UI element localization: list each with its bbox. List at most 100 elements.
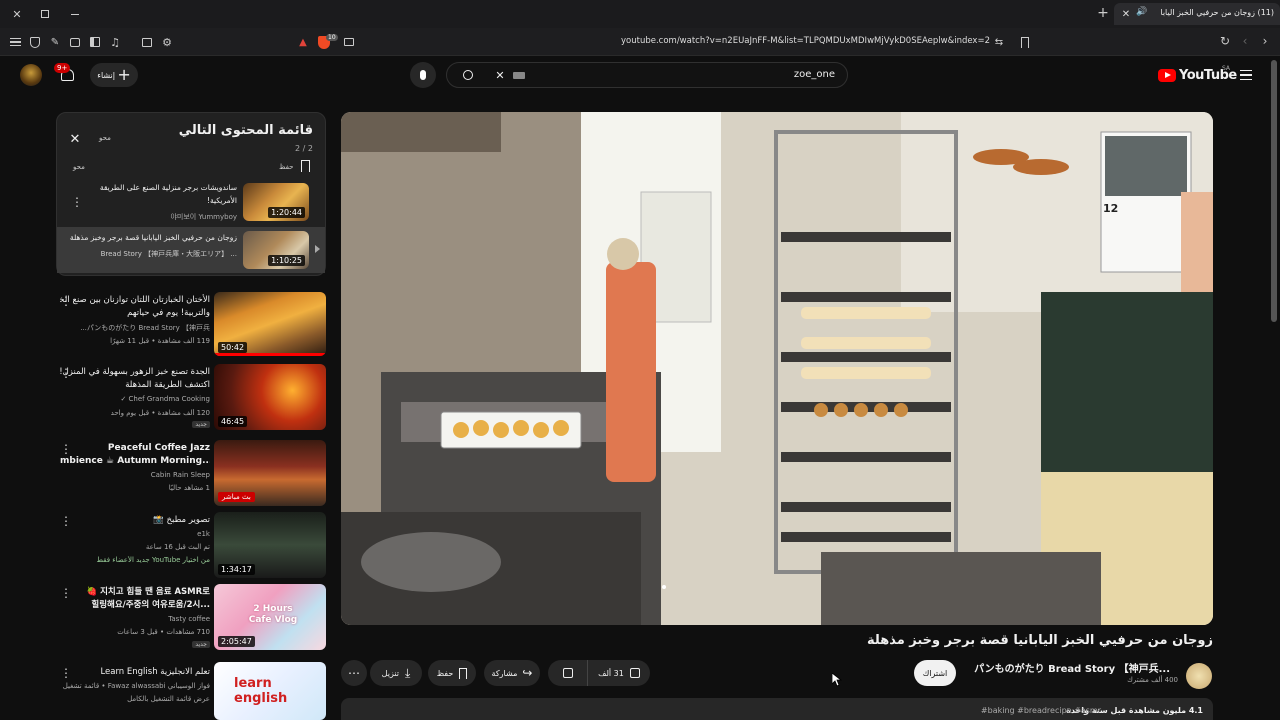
- related-video[interactable]: ⋮ Peaceful Coffee Jazz mbience ☕ Autumn …: [56, 440, 328, 506]
- video-thumbnail[interactable]: 2 Hours Cafe Vlog 2:05:47: [214, 584, 326, 650]
- queue-item-title: زوجان من حرفيي الخبز اليابانيا قصة برجر …: [69, 233, 237, 242]
- calendar-month: 12: [1103, 202, 1119, 215]
- thumbnail-text: 2 Hours Cafe Vlog: [248, 604, 298, 625]
- avatar[interactable]: [20, 64, 42, 86]
- hamburger-menu-icon[interactable]: [1238, 67, 1254, 83]
- video-title-line2: اكتشف الطريقة المذهلة: [125, 380, 210, 390]
- voice-search-button[interactable]: [410, 62, 436, 88]
- clear-search-icon[interactable]: ✕: [493, 68, 507, 82]
- video-title: Peaceful Coffee Jazz: [107, 443, 210, 453]
- queue-item-thumbnail[interactable]: 1:20:44: [243, 183, 309, 221]
- tabs-icon[interactable]: [68, 35, 82, 49]
- dislike-button[interactable]: [548, 660, 588, 686]
- active-tab[interactable]: ✕ 🔊 (11) زوجان من حرفيي الخبز اليابا: [1114, 3, 1280, 25]
- video-thumbnail[interactable]: 50:42: [214, 292, 326, 356]
- browser-tab-bar: ✕ + ✕ 🔊 (11) زوجان من حرفيي الخبز اليابا: [0, 0, 1280, 28]
- video-meta: 119 ألف مشاهدة • قبل 11 شهرًا: [110, 337, 210, 345]
- close-window-icon[interactable]: ✕: [10, 7, 24, 21]
- download-icon: ⤓: [405, 665, 411, 680]
- settings-gear-icon[interactable]: ⚙: [160, 35, 174, 49]
- related-video[interactable]: ⋮ الأختان الخبازتان اللتان توازنان بين ص…: [56, 292, 328, 358]
- subscriber-count: 400 ألف مشترك: [1127, 676, 1178, 684]
- page-scrollbar[interactable]: [1271, 60, 1277, 322]
- video-player[interactable]: 12: [341, 112, 1213, 625]
- like-count: 31 ألف: [598, 668, 624, 678]
- channel-name: Chef Grandma Cooking ✓: [120, 395, 210, 403]
- minimize-window-icon[interactable]: [68, 7, 82, 21]
- queue-item-thumbnail[interactable]: 1:10:25: [243, 231, 309, 269]
- queue-clear-button[interactable]: محو: [73, 163, 85, 171]
- view-playlist-link[interactable]: عرض قائمة التشغيل بالكامل: [50, 695, 210, 703]
- save-bookmark-icon[interactable]: [301, 160, 310, 172]
- related-video[interactable]: ⋮ الجدة تصنع خبز الزهور بسهولة في المنزل…: [56, 364, 328, 432]
- playlist-thumbnail[interactable]: learn english: [214, 662, 326, 720]
- search-icon[interactable]: [461, 68, 475, 82]
- shield-count-badge: 10: [326, 34, 338, 41]
- duration-badge: 2:05:47: [218, 636, 255, 647]
- duration-badge: 1:34:17: [218, 564, 255, 575]
- close-queue-icon[interactable]: ✕: [67, 131, 83, 147]
- queue-clear-top[interactable]: محو: [99, 134, 111, 142]
- link-settings-icon[interactable]: ⇆: [992, 35, 1006, 49]
- live-badge: بث مباشر: [218, 492, 255, 502]
- video-thumbnail[interactable]: 46:45: [214, 364, 326, 430]
- hashtags[interactable]: #baking #breadrecipe #asmr: [981, 706, 1101, 715]
- video-thumbnail[interactable]: بث مباشر: [214, 440, 326, 506]
- extension-puzzle-icon[interactable]: ✎: [48, 35, 62, 49]
- search-input[interactable]: zoe_one: [794, 69, 835, 80]
- queue-item-active[interactable]: زوجان من حرفيي الخبز اليابانيا قصة برجر …: [57, 227, 325, 273]
- subscribe-button[interactable]: اشتراك: [914, 660, 956, 686]
- like-button[interactable]: 31 ألف: [588, 660, 650, 686]
- save-button[interactable]: حفظ: [428, 660, 476, 686]
- description-box[interactable]: 4.1 مليون مشاهدة قبل سنة واحدة #baking #…: [341, 698, 1213, 720]
- playlist-title: تعلم الانجليزية Learn English: [100, 667, 210, 677]
- screenshot-icon[interactable]: [140, 35, 154, 49]
- video-title: تصوير مطبخ 📸: [153, 515, 210, 525]
- more-options-icon[interactable]: ⋮: [71, 195, 83, 209]
- shield-icon[interactable]: [28, 35, 42, 49]
- video-meta: 710 مشاهدات • قبل 3 ساعات: [117, 628, 210, 636]
- youtube-play-icon: [1158, 69, 1176, 82]
- close-tab-icon[interactable]: ✕: [1120, 7, 1132, 21]
- menu-icon[interactable]: [8, 35, 22, 49]
- queue-title: قائمة المحتوى التالي: [178, 123, 313, 138]
- music-icon[interactable]: ♫: [108, 35, 122, 49]
- download-label: تنزيل: [381, 668, 400, 678]
- create-button[interactable]: إنشاء +: [90, 63, 138, 87]
- reload-icon[interactable]: ↻: [1218, 34, 1232, 48]
- back-icon[interactable]: ‹: [1238, 34, 1252, 48]
- search-box[interactable]: ✕ zoe_one: [446, 62, 848, 88]
- video-title: 🍓 지치고 힘들 땐 음료 ASMR로: [86, 587, 210, 597]
- channel-avatar[interactable]: [1186, 663, 1212, 689]
- related-video[interactable]: ⋮ تصوير مطبخ 📸 e1k تم البث قبل 16 ساعة م…: [56, 512, 328, 578]
- youtube-logo[interactable]: YouTube SA: [1158, 65, 1237, 85]
- address-bar[interactable]: youtube.com/watch?v=n2EUaJnFF-M&list=TLP…: [560, 36, 990, 46]
- brave-rewards-icon[interactable]: ▲: [296, 35, 310, 49]
- maximize-window-icon[interactable]: [38, 7, 52, 21]
- queue-item-title: ساندويشات برجر منزلية الصنع على الطريقة: [99, 183, 237, 192]
- share-button[interactable]: مشاركة ↪: [484, 660, 540, 686]
- related-playlist[interactable]: ⋮ تعلم الانجليزية Learn English فواز الو…: [56, 660, 328, 720]
- new-tab-icon[interactable]: +: [1096, 5, 1110, 21]
- video-title-line2: mbience ☕ Autumn Morning...: [60, 456, 210, 466]
- new-badge: جديد: [192, 641, 210, 648]
- youtube-header: 9+ إنشاء + ✕ zoe_one YouTube SA: [0, 57, 1280, 97]
- download-button[interactable]: تنزيل ⤓: [370, 660, 422, 686]
- duration-badge: 46:45: [218, 416, 248, 427]
- related-video[interactable]: ⋮ 🍓 지치고 힘들 땐 음료 ASMR로 힐링해요/주중의 여유로움/2시..…: [56, 584, 328, 650]
- channel-name: Cabin Rain Sleep: [150, 471, 210, 479]
- queue-save-label[interactable]: حفظ: [279, 163, 294, 171]
- brave-shield-icon[interactable]: 10: [318, 34, 338, 50]
- reader-mode-icon[interactable]: [342, 35, 356, 49]
- duration-badge: 1:10:25: [268, 255, 305, 266]
- channel-name[interactable]: パンものがたり Bread Story 【神戸兵...: [974, 660, 1170, 675]
- keyboard-icon[interactable]: [513, 72, 525, 79]
- video-thumbnail[interactable]: 1:34:17: [214, 512, 326, 578]
- sidebar-icon[interactable]: [88, 35, 102, 49]
- queue-item[interactable]: ⋮ ساندويشات برجر منزلية الصنع على الطريق…: [57, 181, 325, 225]
- progress-bar: [214, 353, 326, 356]
- notifications-bell-icon[interactable]: 9+: [54, 63, 78, 85]
- bookmark-icon[interactable]: [1018, 35, 1032, 49]
- more-actions-button[interactable]: ⋯: [341, 660, 367, 686]
- forward-icon[interactable]: ›: [1258, 34, 1272, 48]
